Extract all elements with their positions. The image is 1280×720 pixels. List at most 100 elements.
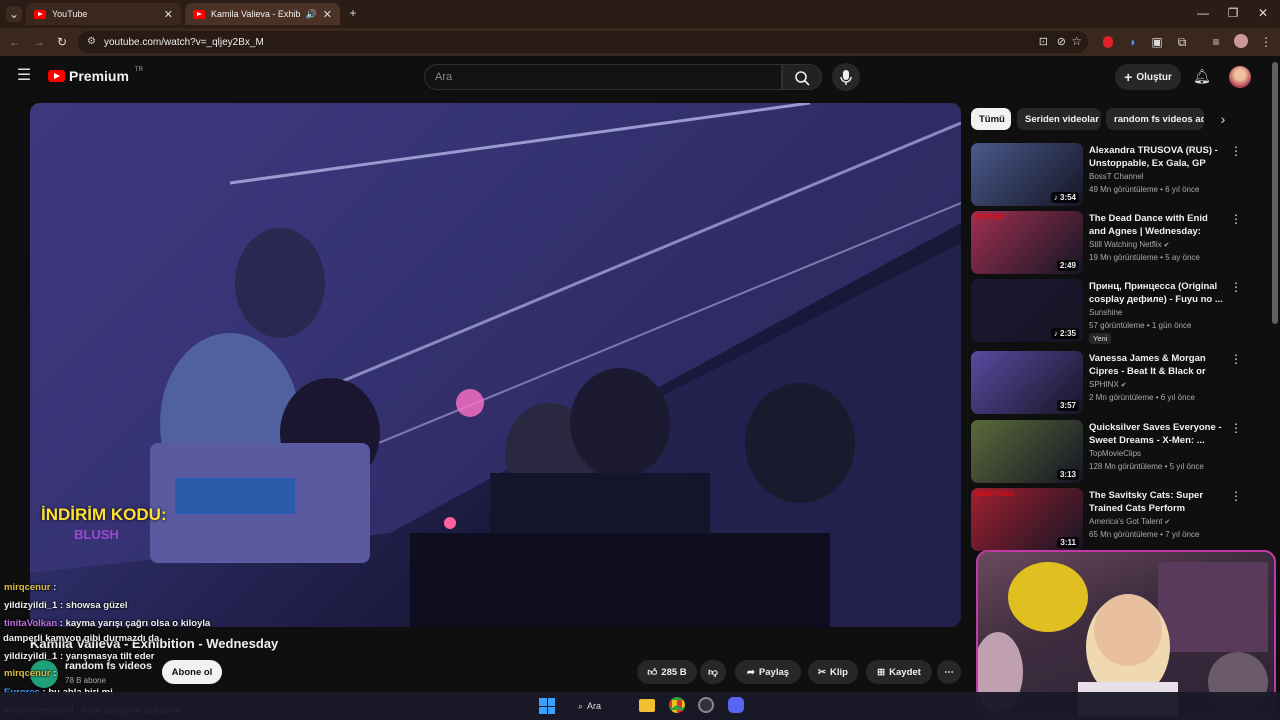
share-icon: ➦ <box>746 666 755 678</box>
extension-wave-icon[interactable]: ◗ <box>1126 34 1140 50</box>
chat-message: yildizyildi_1 : showsa güzel <box>4 600 128 611</box>
eye-off-icon[interactable]: ⊘ <box>1057 35 1066 48</box>
rec-menu-icon[interactable]: ⋮ <box>1230 280 1242 294</box>
chat-username: mirqcenur <box>4 582 51 593</box>
chat-username: yildizyildi_1 <box>4 651 58 662</box>
rec-menu-icon[interactable]: ⋮ <box>1230 421 1242 435</box>
bookmark-star-icon[interactable]: ☆ <box>1071 34 1082 48</box>
rec-title[interactable]: Vanessa James & Morgan Cipres - Beat It … <box>1089 352 1224 379</box>
rec-channel[interactable]: TopMovieClips <box>1089 449 1141 458</box>
rec-title[interactable]: Alexandra TRUSOVA (RUS) - Unstoppable, E… <box>1089 144 1224 171</box>
thumbs-down-icon: 👎︎ <box>708 667 718 678</box>
rec-menu-icon[interactable]: ⋮ <box>1230 144 1242 158</box>
rec-title[interactable]: The Savitsky Cats: Super Trained Cats Pe… <box>1089 489 1224 516</box>
tab-search-icon[interactable]: ⌄ <box>6 6 22 22</box>
rec-channel[interactable]: SPHINX <box>1089 380 1119 389</box>
rec-channel[interactable]: BossT Channel <box>1089 172 1144 181</box>
rec-channel[interactable]: Still Watching Netflix <box>1089 240 1162 249</box>
share-label: Paylaş <box>758 666 790 678</box>
url-text: youtube.com/watch?v=_qljey2Bx_M <box>104 36 264 48</box>
new-tab-icon[interactable]: + <box>346 5 360 21</box>
subscribe-button[interactable]: Abone ol <box>162 660 222 684</box>
rec-thumbnail[interactable]: ♪ 2:35 <box>971 279 1083 342</box>
like-button[interactable]: 👍︎ 285 B <box>637 660 697 684</box>
share-button[interactable]: ➦ Paylaş <box>735 660 801 684</box>
minimize-icon[interactable]: — <box>1196 5 1210 21</box>
extensions-puzzle-icon[interactable]: ⧉ <box>1175 34 1189 50</box>
subscriber-count: 78 B abone <box>65 676 106 685</box>
profile-avatar[interactable] <box>1234 34 1248 48</box>
plus-icon: + <box>1124 69 1133 85</box>
extension-red-icon[interactable] <box>1103 36 1113 48</box>
chat-username: mirqcenur <box>4 668 51 679</box>
chip-all[interactable]: Tümü <box>971 108 1011 130</box>
rec-channel[interactable]: Sunshine <box>1089 308 1122 317</box>
windows-start-icon[interactable] <box>539 698 555 714</box>
rec-channel[interactable]: America's Got Talent <box>1089 517 1162 526</box>
rec-thumbnail[interactable]: ♪ 3:54 <box>971 143 1083 206</box>
rec-menu-icon[interactable]: ⋮ <box>1230 352 1242 366</box>
search-input[interactable]: Ara <box>424 64 782 90</box>
maximize-icon[interactable]: ❐ <box>1226 5 1240 21</box>
save-button[interactable]: ⊞ Kaydet <box>866 660 932 684</box>
rec-meta: 19 Mn görüntüleme • 5 ay önce <box>1089 253 1200 262</box>
rec-title[interactable]: Принц, Принцесса (Original cosplay дефил… <box>1089 280 1224 306</box>
rec-thumbnail[interactable]: NETFLIX 2:49 <box>971 211 1083 274</box>
video-player[interactable]: İNDİRİM KODU: BLUSH <box>30 103 961 627</box>
chat-message: mirqcenur : <box>4 668 56 679</box>
dislike-button[interactable]: 👎︎ <box>700 660 726 684</box>
clip-button[interactable]: ✂ Klip <box>808 660 858 684</box>
voice-search-button[interactable] <box>832 63 860 91</box>
tab-video[interactable]: Kamila Valieva - Exhibition 🔊 ✕ <box>185 3 340 25</box>
search-button[interactable] <box>782 64 822 90</box>
chip-series[interactable]: Seriden videolar <box>1017 108 1101 130</box>
rec-thumbnail[interactable]: AUDITIONS 3:11 <box>971 488 1083 551</box>
account-avatar[interactable] <box>1229 66 1251 88</box>
browser-tab-strip: ⌄ YouTube ✕ Kamila Valieva - Exhibition … <box>0 0 1280 28</box>
rec-menu-icon[interactable]: ⋮ <box>1230 212 1242 226</box>
chrome-icon[interactable] <box>669 697 685 713</box>
chip-channel[interactable]: random fs videos adlı <box>1106 108 1204 130</box>
tab-youtube[interactable]: YouTube ✕ <box>26 3 181 25</box>
rec-channel-row: SPHINX ✔ <box>1089 378 1229 392</box>
browser-menu-icon[interactable]: ⋮ <box>1260 34 1272 50</box>
chat-separator: : <box>50 668 57 679</box>
chevron-right-icon[interactable]: › <box>1216 111 1230 127</box>
tab-label: YouTube <box>52 9 88 19</box>
rec-meta: 128 Mn görüntüleme • 5 yıl önce <box>1089 462 1204 471</box>
site-info-icon[interactable]: ⚙ <box>87 36 96 47</box>
taskbar-search-label: Ara <box>587 701 602 711</box>
reading-list-icon[interactable]: ≡ <box>1209 34 1223 50</box>
hamburger-menu-icon[interactable]: ☰ <box>16 68 32 84</box>
file-explorer-icon[interactable] <box>639 699 655 712</box>
more-horizontal-icon: ⋯ <box>944 666 954 678</box>
rec-thumbnail[interactable]: 3:57 <box>971 351 1083 414</box>
youtube-premium-logo[interactable]: Premium TR <box>48 67 143 84</box>
rec-menu-icon[interactable]: ⋮ <box>1230 489 1242 503</box>
discord-icon[interactable] <box>728 697 744 713</box>
chat-message: tinitaVolkan : kayma yarışı çağrı olsa o… <box>4 618 210 629</box>
verified-icon: ✔ <box>1161 242 1170 249</box>
tab-label: Kamila Valieva - Exhibition <box>211 9 300 19</box>
taskbar-search[interactable]: ⌕ Ara <box>578 698 628 714</box>
page-scrollbar[interactable] <box>1272 62 1278 324</box>
create-button[interactable]: + Oluştur <box>1115 64 1181 90</box>
address-bar[interactable]: ⚙ youtube.com/watch?v=_qljey2Bx_M ⊡ ⊘ ☆ <box>78 31 1088 53</box>
rec-brand-text: NETFLIX <box>975 214 1005 221</box>
rec-title[interactable]: Quicksilver Saves Everyone - Sweet Dream… <box>1089 421 1224 447</box>
install-icon[interactable]: ⊡ <box>1039 35 1048 48</box>
notifications-bell-icon[interactable]: 🔔︎ <box>1193 68 1211 84</box>
close-window-icon[interactable]: ✕ <box>1256 5 1270 21</box>
extension-box-icon[interactable]: ▣ <box>1150 34 1164 50</box>
obs-icon[interactable] <box>698 697 714 713</box>
close-tab-icon[interactable]: ✕ <box>164 8 173 21</box>
close-tab-icon[interactable]: ✕ <box>323 8 332 21</box>
reload-icon[interactable]: ↻ <box>55 34 69 50</box>
rec-thumbnail[interactable]: 3:13 <box>971 420 1083 483</box>
speaker-icon[interactable]: 🔊 <box>306 9 317 20</box>
more-actions-button[interactable]: ⋯ <box>937 660 961 684</box>
microphone-icon <box>840 70 852 85</box>
rec-title[interactable]: The Dead Dance with Enid and Agnes | Wed… <box>1089 212 1224 239</box>
back-icon[interactable]: ← <box>8 34 22 50</box>
forward-icon[interactable]: → <box>32 34 46 50</box>
